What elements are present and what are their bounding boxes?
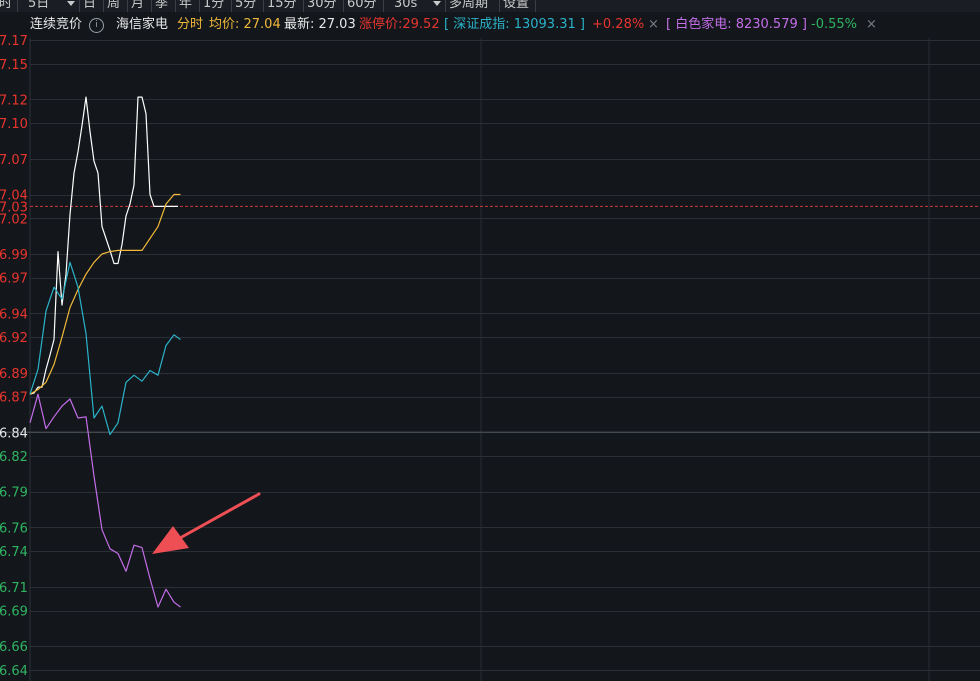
y-tick-label: 6.97 [0, 272, 28, 287]
y-tick-label: 6.74 [0, 545, 28, 560]
y-tick-label: 6.71 [0, 581, 28, 596]
y-tick-label: 7.15 [0, 58, 28, 73]
y-tick-label: 7.07 [0, 153, 28, 168]
y-tick-label: 7.12 [0, 93, 28, 108]
intraday-chart[interactable]: 7.177.157.127.107.077.047.037.026.996.97… [0, 0, 980, 681]
y-tick-label: 7.17 [0, 34, 28, 49]
y-tick-label: 6.89 [0, 367, 28, 382]
y-tick-label: 6.69 [0, 605, 28, 620]
y-axis-labels: 7.177.157.127.107.077.047.037.026.996.97… [0, 34, 28, 679]
y-tick-label: 6.87 [0, 391, 28, 406]
index2-line [29, 393, 181, 608]
price-line [29, 96, 178, 395]
y-tick-label-mid: 6.84 [0, 426, 28, 441]
y-tick-label: 6.92 [0, 331, 28, 346]
index1-line [29, 261, 181, 436]
y-tick-label: 6.94 [0, 307, 28, 322]
chart-lines [29, 96, 181, 608]
y-tick-label: 6.99 [0, 248, 28, 263]
avg-price-line [29, 193, 181, 395]
y-tick-label: 6.76 [0, 521, 28, 536]
chart-annotation [152, 492, 261, 554]
y-tick-label: 7.02 [0, 212, 28, 227]
y-tick-label: 6.64 [0, 664, 28, 679]
annotation-arrow-shaft [178, 492, 261, 540]
y-tick-label: 6.79 [0, 486, 28, 501]
y-tick-label: 7.10 [0, 117, 28, 132]
y-tick-label: 6.66 [0, 640, 28, 655]
y-tick-label: 6.82 [0, 450, 28, 465]
annotation-arrow-head [152, 526, 189, 554]
